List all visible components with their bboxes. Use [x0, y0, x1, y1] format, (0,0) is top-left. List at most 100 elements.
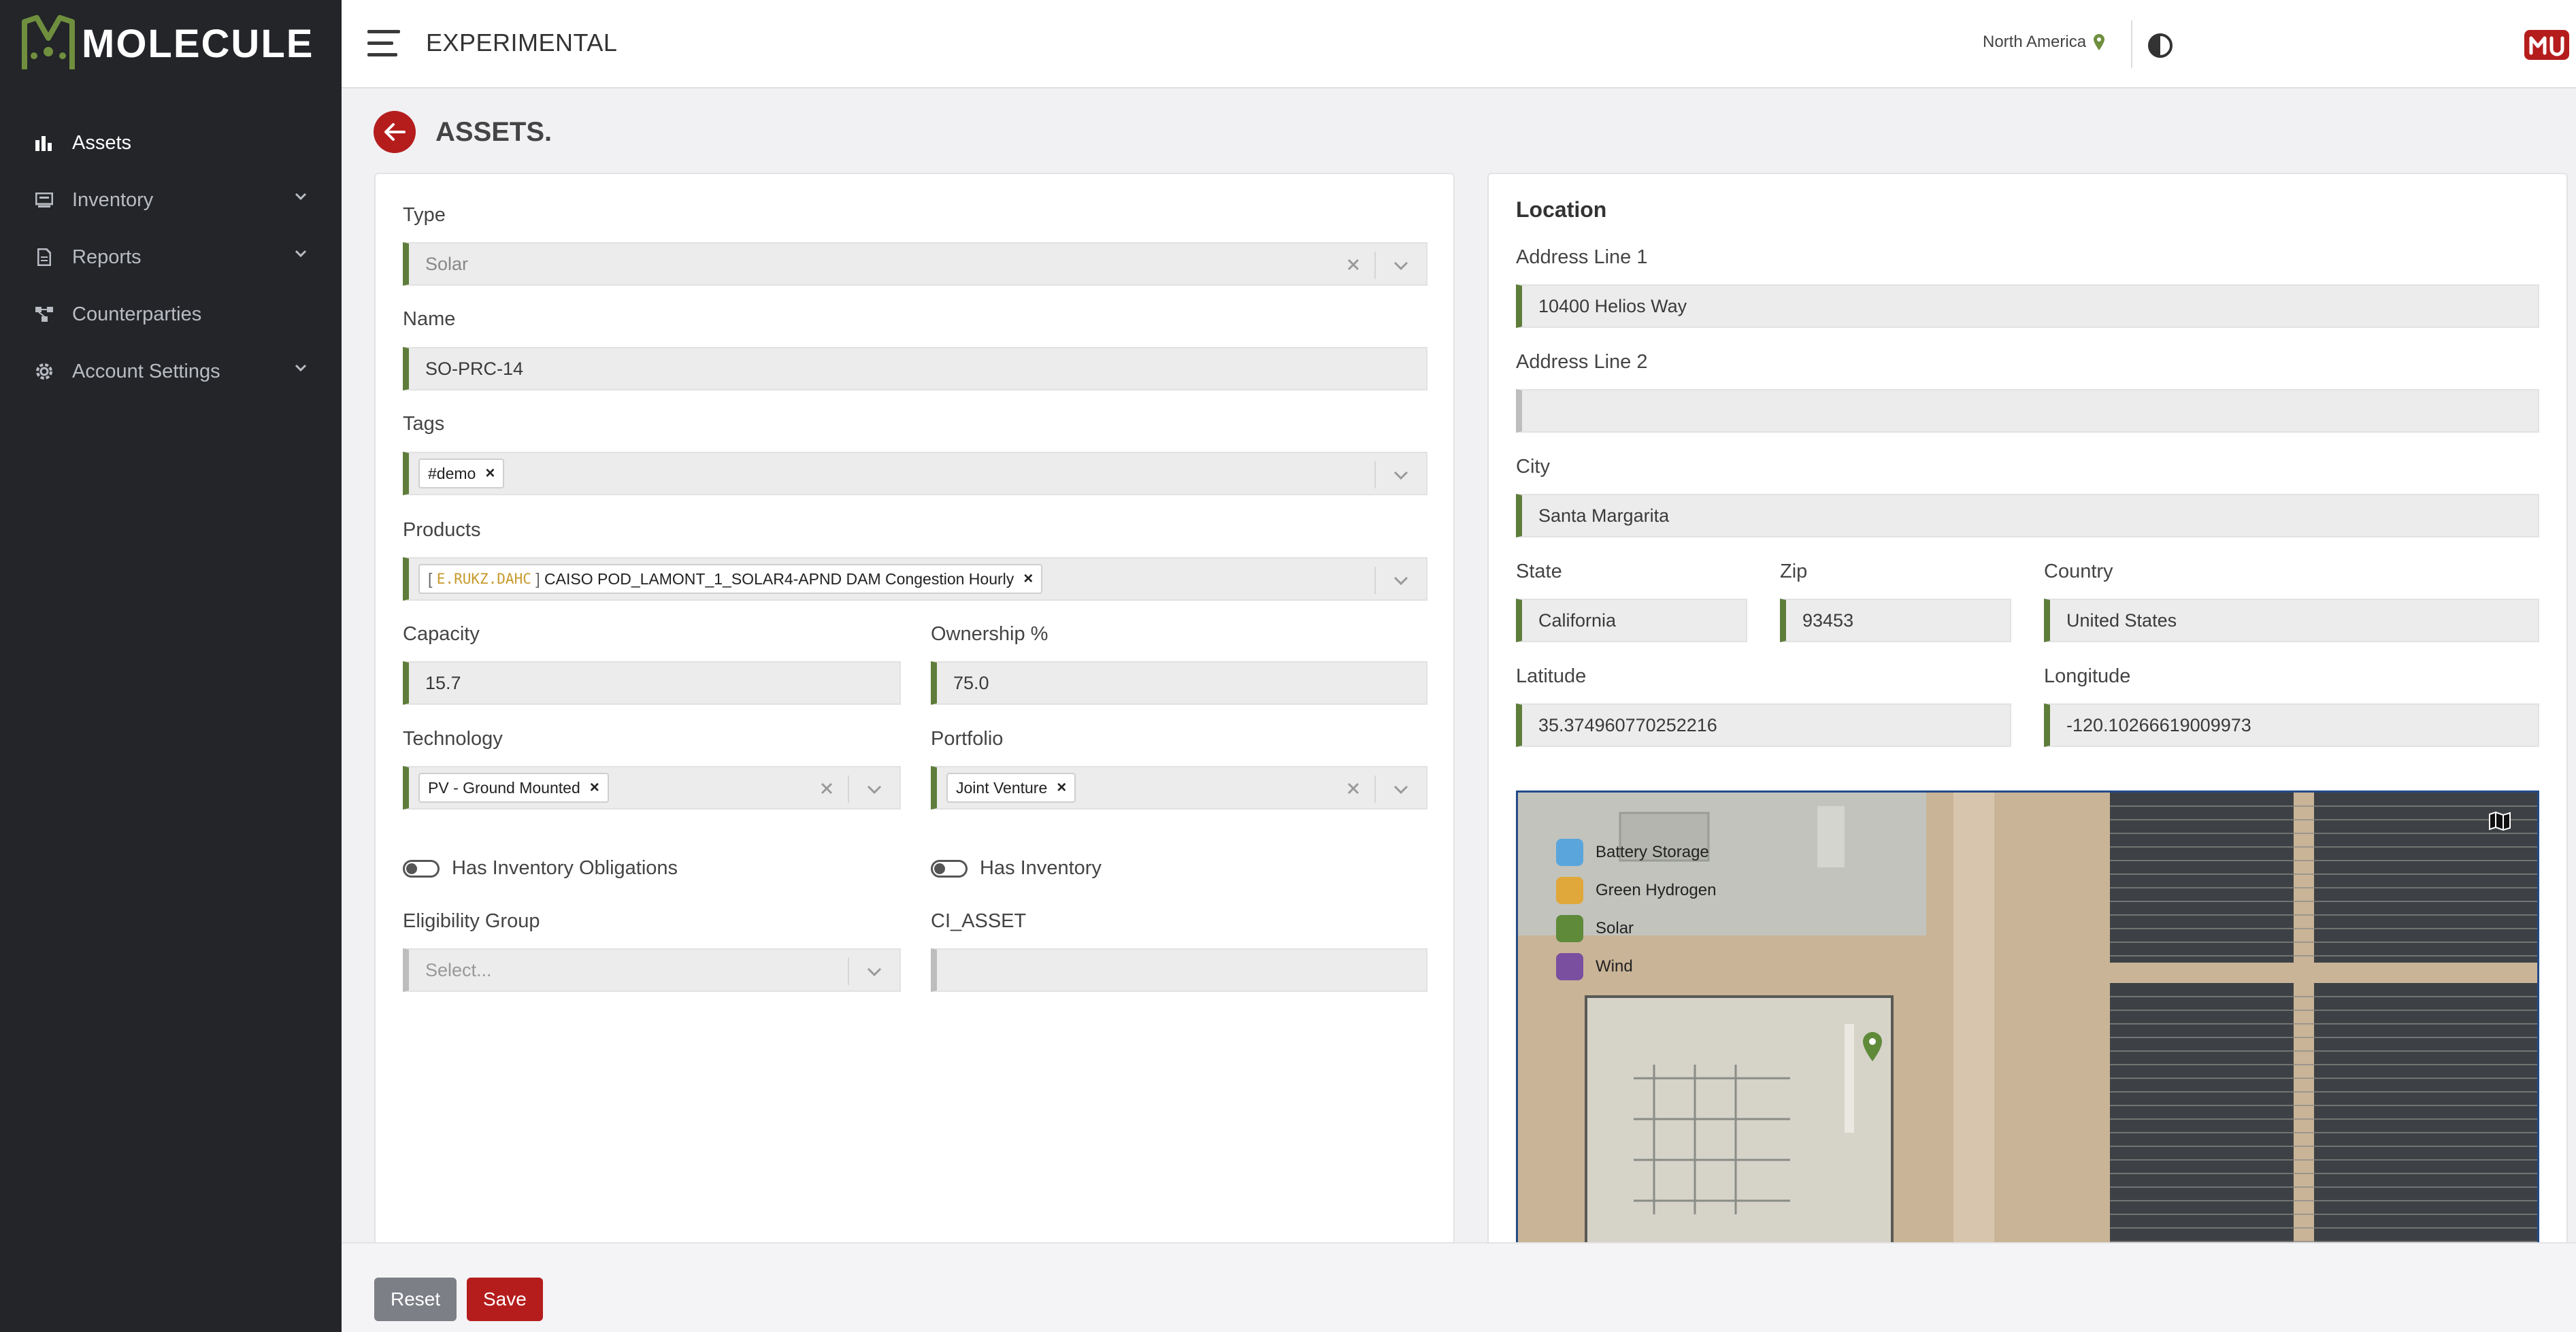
portfolio-chip: Joint Venture × [946, 773, 1076, 803]
chevron-down-icon[interactable] [1391, 465, 1411, 486]
country-input[interactable]: United States [2044, 599, 2539, 642]
arrow-left-icon [384, 123, 406, 141]
has-inventory-obligations-toggle[interactable]: Has Inventory Obligations [403, 857, 678, 880]
page-title: ASSETS. [435, 117, 552, 147]
remove-chip-icon[interactable]: × [590, 778, 599, 797]
map-layers-icon[interactable] [2488, 811, 2511, 834]
brand-logo[interactable]: MOLECULE [20, 12, 314, 75]
chevron-down-icon[interactable] [864, 780, 885, 800]
has-inventory-toggle[interactable]: Has Inventory [931, 857, 1102, 880]
eligibility-placeholder: Select... [425, 959, 492, 980]
products-label: Products [403, 519, 481, 541]
ownership-label: Ownership % [931, 623, 1048, 645]
molecule-logo-icon [22, 15, 75, 69]
clear-icon[interactable] [816, 778, 837, 799]
name-input[interactable]: SO-PRC-14 [403, 347, 1427, 390]
hamburger-menu-icon[interactable] [367, 30, 400, 57]
form-footer: Reset Save [342, 1242, 2576, 1332]
address2-label: Address Line 2 [1516, 351, 1648, 373]
capacity-input[interactable]: 15.7 [403, 661, 901, 705]
sidebar-item-inventory[interactable]: Inventory [0, 171, 342, 229]
sidebar-item-reports[interactable]: Reports [0, 229, 342, 286]
latitude-label: Latitude [1516, 665, 1587, 687]
select-separator [1374, 567, 1376, 594]
latitude-value: 35.374960770252216 [1538, 714, 1717, 735]
remove-chip-icon[interactable]: × [1023, 569, 1033, 588]
address1-input[interactable]: 10400 Helios Way [1516, 284, 2539, 328]
remove-chip-icon[interactable]: × [1057, 778, 1066, 797]
tag-chip-label: #demo [428, 464, 476, 482]
technology-chip-label: PV - Ground Mounted [428, 778, 580, 797]
state-input[interactable]: California [1516, 599, 1747, 642]
toggle-switch[interactable] [931, 859, 968, 878]
legend-item-solar: Solar [1556, 910, 1716, 948]
reset-button[interactable]: Reset [374, 1278, 457, 1321]
city-input[interactable]: Santa Margarita [1516, 494, 2539, 537]
theme-toggle-icon[interactable] [2147, 33, 2173, 62]
ci-asset-input[interactable] [931, 948, 1427, 992]
product-name: CAISO POD_LAMONT_1_SOLAR4-APND DAM Conge… [544, 569, 1014, 588]
longitude-label: Longitude [2044, 665, 2131, 687]
product-code: E.RUKZ.DAHC [436, 571, 531, 587]
eligibility-group-select[interactable]: Select... [403, 948, 901, 992]
ownership-input[interactable]: 75.0 [931, 661, 1427, 705]
sidebar-item-counterparties[interactable]: Counterparties [0, 286, 342, 343]
chevron-down-icon[interactable] [864, 962, 885, 982]
select-separator [1374, 252, 1376, 279]
zip-input[interactable]: 93453 [1780, 599, 2011, 642]
country-value: United States [2066, 610, 2177, 631]
chevron-down-icon[interactable] [1391, 256, 1411, 276]
sidebar-nav: Assets Inventory Reports Counterparties [0, 114, 342, 400]
gear-icon [34, 361, 54, 382]
technology-chip: PV - Ground Mounted × [418, 773, 609, 803]
sidebar-item-assets[interactable]: Assets [0, 114, 342, 171]
type-select[interactable]: Solar [403, 242, 1427, 286]
network-icon [34, 304, 54, 324]
clear-icon[interactable] [1343, 778, 1364, 799]
legend-swatch [1556, 953, 1583, 980]
portfolio-select[interactable]: Joint Venture × [931, 766, 1427, 810]
capacity-label: Capacity [403, 623, 480, 645]
country-label: Country [2044, 561, 2113, 582]
chart-icon [34, 133, 54, 153]
legend-item-wind: Wind [1556, 948, 1716, 986]
clear-icon[interactable] [1343, 254, 1364, 275]
location-pin-icon [2094, 34, 2105, 50]
header-divider [2131, 20, 2132, 68]
header-title: EXPERIMENTAL [426, 29, 618, 56]
chevron-down-icon[interactable] [1391, 780, 1411, 800]
product-chip: [ E.RUKZ.DAHC ] CAISO POD_LAMONT_1_SOLAR… [418, 564, 1043, 594]
sidebar: MOLECULE Assets Inventory Reports Counte… [0, 0, 342, 1332]
legend-label: Solar [1596, 919, 1634, 937]
save-button[interactable]: Save [467, 1278, 543, 1321]
chevron-down-icon [295, 364, 307, 372]
tags-label: Tags [403, 413, 445, 435]
remove-chip-icon[interactable]: × [485, 464, 495, 483]
toggle-switch[interactable] [403, 859, 440, 878]
technology-select[interactable]: PV - Ground Mounted × [403, 766, 901, 810]
back-button[interactable] [374, 111, 416, 153]
capacity-value: 15.7 [425, 672, 461, 693]
select-separator [848, 776, 849, 803]
inventory-icon [34, 190, 54, 210]
address2-input[interactable] [1516, 389, 2539, 433]
toggle-label: Has Inventory Obligations [452, 857, 678, 879]
chevron-down-icon[interactable] [1391, 571, 1411, 591]
portfolio-chip-label: Joint Venture [956, 778, 1048, 797]
region-selector[interactable]: North America [1983, 33, 2105, 52]
asset-map[interactable]: Battery Storage Green Hydrogen Solar Win… [1516, 790, 2539, 1267]
name-value: SO-PRC-14 [425, 358, 524, 379]
legend-swatch [1556, 915, 1583, 942]
sidebar-item-account-settings[interactable]: Account Settings [0, 343, 342, 400]
products-select[interactable]: [ E.RUKZ.DAHC ] CAISO POD_LAMONT_1_SOLAR… [403, 557, 1427, 601]
code-bracket-close: ] [531, 569, 545, 588]
tags-select[interactable]: #demo × [403, 452, 1427, 495]
latitude-input[interactable]: 35.374960770252216 [1516, 703, 2011, 747]
select-separator [848, 958, 849, 985]
longitude-input[interactable]: -120.10266619009973 [2044, 703, 2539, 747]
address1-value: 10400 Helios Way [1538, 295, 1687, 316]
report-icon [34, 247, 54, 267]
legend-swatch [1556, 839, 1583, 866]
select-separator [1374, 776, 1376, 803]
user-avatar-icon[interactable] [2524, 30, 2569, 63]
